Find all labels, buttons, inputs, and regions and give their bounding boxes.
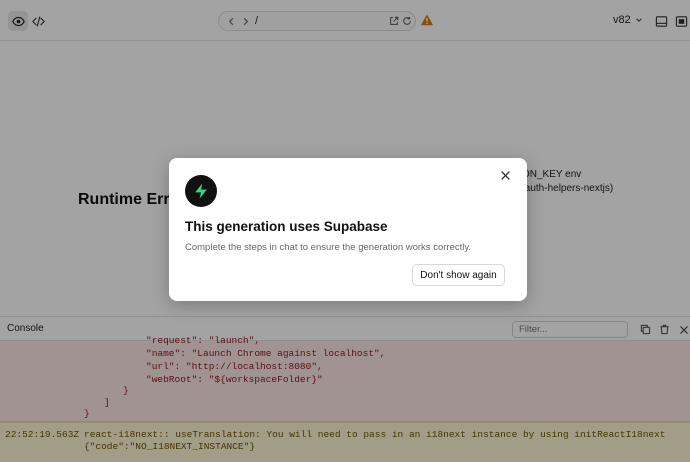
close-icon: [500, 170, 510, 180]
supabase-logo-icon: [185, 175, 217, 207]
dont-show-again-button[interactable]: Don't show again: [412, 264, 505, 286]
modal-close-button[interactable]: [498, 168, 512, 182]
supabase-modal: This generation uses Supabase Complete t…: [169, 158, 527, 301]
modal-description: Complete the steps in chat to ensure the…: [185, 242, 472, 253]
modal-title: This generation uses Supabase: [185, 219, 388, 234]
